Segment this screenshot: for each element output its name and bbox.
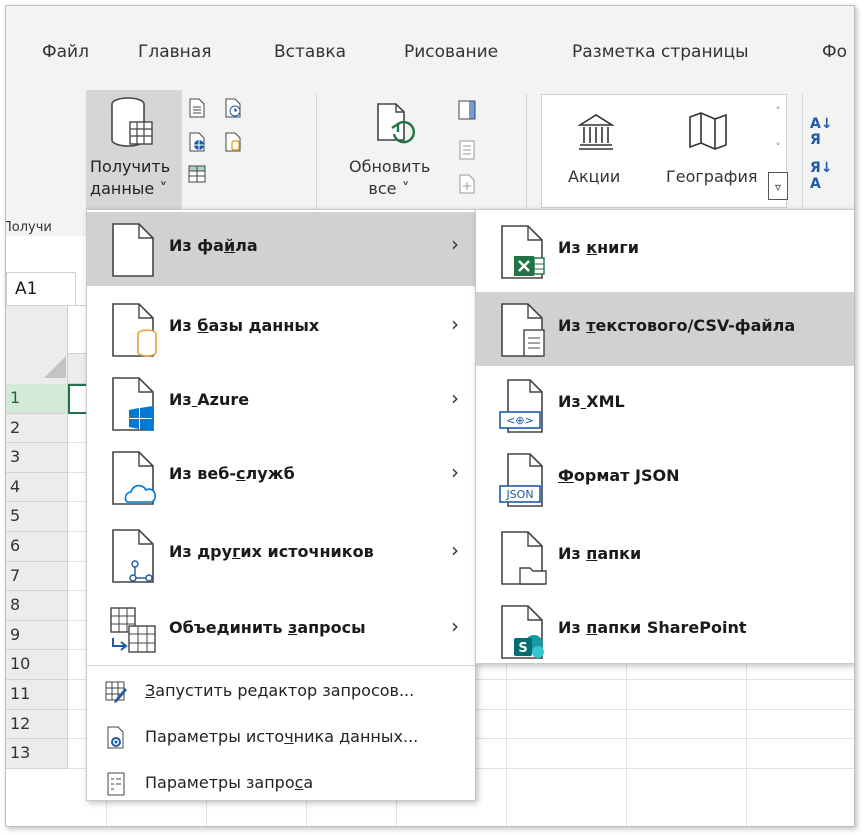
menu-separator	[87, 665, 475, 666]
menu-item-data-source-settings[interactable]: Параметры источника данных...	[87, 716, 475, 760]
submenu-item-json-format[interactable]: JSON Формат JSON	[476, 442, 854, 516]
row-header[interactable]: 8	[6, 591, 68, 621]
from-web-icon[interactable]	[188, 132, 206, 152]
from-text-icon[interactable]	[188, 98, 206, 118]
group-separator	[316, 94, 317, 214]
bank-icon	[577, 114, 615, 150]
menu-item-from-azure[interactable]: Из Azure ›	[87, 366, 475, 440]
select-all-triangle	[44, 356, 66, 378]
menu-item-from-file[interactable]: Из файла ›	[87, 212, 475, 286]
name-box[interactable]: A1	[6, 272, 76, 306]
existing-connections-icon[interactable]	[224, 132, 242, 152]
chevron-right-icon: ›	[451, 538, 459, 562]
submenu-item-from-sharepoint-folder[interactable]: S Из папки SharePoint	[476, 594, 854, 668]
excel-workbook-icon	[501, 225, 545, 279]
row-header[interactable]: 4	[6, 472, 68, 503]
chevron-right-icon: ›	[451, 386, 459, 410]
group-label-get-data: Получи	[5, 220, 52, 235]
properties-icon[interactable]	[458, 140, 476, 160]
menu-item-from-other-sources[interactable]: Из других источников ›	[87, 518, 475, 592]
menu-item-combine-queries[interactable]: Объединить запросы ›	[87, 594, 475, 668]
sort-za-button[interactable]: Я↓ А	[810, 160, 833, 192]
row-header[interactable]: 6	[6, 532, 68, 562]
gallery-up-button[interactable]: ˄	[768, 98, 788, 126]
edit-links-icon[interactable]	[458, 174, 476, 194]
text-file-icon	[501, 303, 545, 357]
get-data-menu: Из файла › Из базы данных › Из Azure › И…	[86, 209, 476, 801]
row-header[interactable]: 13	[6, 739, 68, 769]
from-file-submenu: Из книги Из текстового/CSV-файла <⊕> Из …	[475, 209, 854, 664]
sort-buttons: А↓ Я Я↓ А	[810, 116, 833, 192]
combine-queries-icon	[110, 607, 156, 653]
submenu-item-from-text-csv[interactable]: Из текстового/CSV-файла	[476, 292, 854, 366]
data-types-gallery: Акции География	[541, 94, 787, 208]
tab-insert[interactable]: Вставка	[274, 42, 346, 62]
row-header[interactable]: 7	[6, 561, 68, 592]
ribbon: Файл Главная Вставка Рисование Разметка …	[6, 6, 854, 236]
folder-icon	[501, 531, 547, 585]
sort-az-button[interactable]: А↓ Я	[810, 116, 833, 148]
gallery-scroll: ˄ ˅ ▿	[768, 94, 788, 208]
row-header[interactable]: 3	[6, 443, 68, 473]
menu-item-launch-query-editor[interactable]: Запустить редактор запросов...	[87, 670, 475, 714]
geography-label: География	[666, 167, 758, 186]
file-icon	[112, 223, 154, 277]
cloud-icon	[112, 451, 156, 505]
row-header[interactable]: 9	[6, 620, 68, 651]
tab-page-layout[interactable]: Разметка страницы	[572, 42, 749, 62]
chevron-right-icon: ›	[451, 232, 459, 256]
row-header[interactable]: 11	[6, 680, 68, 710]
ribbon-tabs: Файл Главная Вставка Рисование Разметка …	[6, 6, 854, 76]
refresh-icon	[377, 103, 415, 144]
stocks-label: Акции	[568, 167, 621, 186]
row-header[interactable]: 12	[6, 709, 68, 740]
query-options-icon	[107, 772, 125, 796]
tab-home[interactable]: Главная	[138, 42, 211, 62]
sharepoint-icon: S	[501, 605, 544, 659]
chevron-right-icon: ›	[451, 312, 459, 336]
get-data-label: Получить данные ˅	[90, 157, 171, 198]
row-header[interactable]: 5	[6, 502, 68, 532]
tab-formulas[interactable]: Фо	[822, 42, 847, 62]
from-table-icon[interactable]	[188, 164, 206, 184]
data-source-settings-icon	[107, 726, 124, 749]
menu-item-from-web-services[interactable]: Из веб-служб ›	[87, 440, 475, 514]
chevron-right-icon: ›	[451, 614, 459, 638]
xml-file-icon: <⊕>	[499, 379, 543, 433]
svg-text:JSON: JSON	[505, 488, 533, 501]
database-file-icon	[112, 303, 157, 357]
recent-sources-icon[interactable]	[224, 98, 242, 118]
submenu-item-from-workbook[interactable]: Из книги	[476, 214, 854, 288]
gallery-more-button[interactable]: ▿	[768, 172, 788, 200]
gallery-down-button[interactable]: ˅	[768, 134, 788, 162]
json-file-icon: JSON	[499, 453, 543, 507]
database-icon	[111, 97, 153, 147]
tab-file[interactable]: Файл	[42, 42, 89, 62]
azure-icon	[112, 377, 154, 431]
other-sources-icon	[112, 529, 154, 583]
query-editor-icon	[105, 681, 127, 703]
row-header[interactable]: 1	[6, 384, 68, 414]
svg-text:<⊕>: <⊕>	[506, 414, 534, 427]
map-icon	[689, 112, 727, 150]
group-separator	[802, 94, 803, 214]
chevron-right-icon: ›	[451, 460, 459, 484]
svg-text:S: S	[518, 641, 527, 656]
queries-connections-icon[interactable]	[458, 100, 476, 120]
menu-item-query-options[interactable]: Параметры запроса	[87, 762, 475, 806]
row-header[interactable]: 10	[6, 650, 68, 680]
menu-item-from-database[interactable]: Из базы данных ›	[87, 292, 475, 366]
excel-window: Файл Главная Вставка Рисование Разметка …	[5, 5, 855, 827]
refresh-all-label: Обновить все ˅	[349, 157, 431, 198]
row-header[interactable]: 2	[6, 413, 68, 444]
group-separator	[526, 94, 527, 214]
submenu-item-from-folder[interactable]: Из папки	[476, 520, 854, 594]
get-data-button[interactable]: Получить данные ˅	[86, 90, 182, 210]
submenu-item-from-xml[interactable]: <⊕> Из XML	[476, 368, 854, 442]
tab-draw[interactable]: Рисование	[404, 42, 498, 62]
